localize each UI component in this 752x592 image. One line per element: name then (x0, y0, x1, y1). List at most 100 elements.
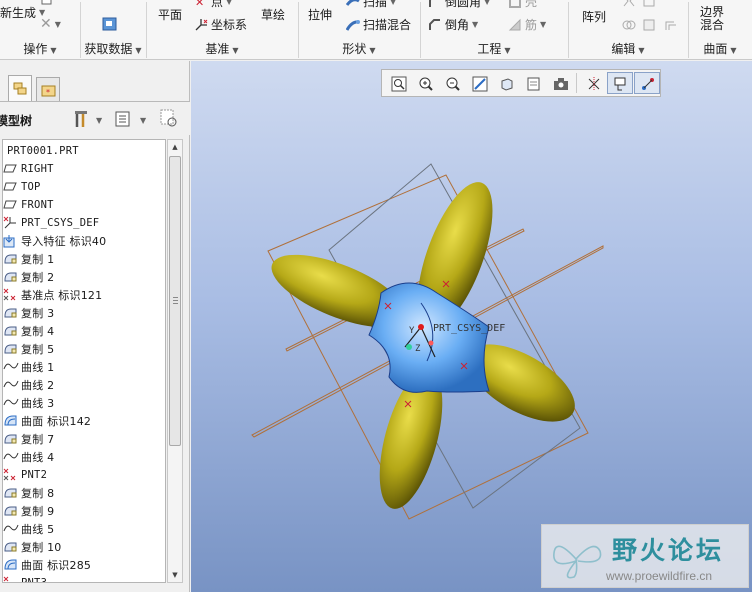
tree-item[interactable]: 曲线 4 (3, 448, 54, 466)
tree-item[interactable]: FRONT (3, 196, 54, 214)
tree-filter-icon[interactable] (160, 109, 177, 127)
tree-item-label: 复制 1 (21, 253, 55, 266)
group-label-shapes[interactable]: 形状 ▼ (298, 40, 420, 58)
merge-icon[interactable] (622, 18, 636, 32)
tree-item[interactable]: 曲线 5 (3, 520, 54, 538)
tree-scrollbar[interactable]: ▲ ▼ (167, 139, 183, 583)
group-label-datum[interactable]: 基准 ▼ (146, 40, 298, 58)
tree-item[interactable]: 曲线 2 (3, 376, 54, 394)
scroll-up-arrow-icon[interactable]: ▲ (168, 140, 182, 154)
curve-icon (3, 522, 19, 536)
rib-button[interactable]: 筋 ▼ (508, 16, 546, 33)
user-defined-feature-icon[interactable] (102, 0, 116, 8)
tree-item-label: RIGHT (21, 163, 54, 175)
tree-item[interactable]: PRT0001.PRT (3, 142, 79, 160)
tree-item[interactable]: 导入特征 标识40 (3, 232, 106, 250)
pattern-button[interactable]: 阵列 (582, 8, 606, 25)
chamfer-button[interactable]: 倒角 ▼ (428, 16, 478, 33)
copy-surface-icon (3, 252, 17, 266)
group-label-engineering[interactable]: 工程 ▼ (420, 40, 568, 58)
model-tree: PRT0001.PRT RIGHT TOP FRONT PRT_CSYS_DEF 导入特征… (2, 139, 166, 583)
round-button[interactable]: 倒圆角 ▼ (428, 0, 490, 10)
csys-icon (3, 216, 17, 230)
shell-label: 壳 (525, 0, 538, 9)
chevron-down-icon: ▼ (390, 0, 397, 6)
swept-blend-icon (345, 18, 360, 32)
regenerate-button[interactable]: 新生成 ▼ (0, 4, 45, 21)
tree-item[interactable]: 复制 8 (3, 484, 54, 502)
copy-icon[interactable] (40, 0, 54, 6)
scrollbar-thumb[interactable] (169, 156, 181, 446)
tree-item[interactable]: 复制 5 (3, 340, 54, 358)
tree-item-label: 复制 5 (21, 343, 55, 356)
copy-geometry-icon[interactable] (102, 16, 117, 31)
datum-plane-icon (3, 180, 17, 194)
point-button[interactable]: ✕ 点 ▼ (194, 0, 232, 10)
tree-item[interactable]: PNT3 (3, 574, 47, 582)
graphics-window[interactable]: Y Z PRT_CSYS_DEF 野火论坛 www.proewildfire.c… (191, 61, 752, 592)
tree-item[interactable]: 复制 10 (3, 538, 62, 556)
regenerate-label: 新生成 (0, 6, 37, 20)
delete-button[interactable]: ✕ ▼ (40, 16, 61, 32)
tab-model-tree[interactable] (8, 75, 32, 101)
sketch-button[interactable]: 草绘 (261, 6, 285, 23)
copy-surface-icon (3, 540, 17, 554)
swept-blend-button[interactable]: 扫描混合 (345, 16, 411, 33)
thumb-grip (173, 300, 178, 301)
sweep-button[interactable]: 扫描 ▼ (345, 0, 397, 10)
csys-button[interactable]: 坐标系 (194, 16, 247, 33)
tree-item-label: PRT_CSYS_DEF (21, 217, 100, 229)
show-columns-icon[interactable] (115, 111, 130, 127)
csys-axis-label: Z (415, 344, 421, 354)
tree-item[interactable]: 基准点 标识121 (3, 286, 102, 304)
extend-icon[interactable] (642, 18, 656, 32)
copy-surface-icon (3, 486, 17, 500)
tree-item[interactable]: TOP (3, 178, 41, 196)
scroll-down-arrow-icon[interactable]: ▼ (168, 568, 182, 582)
tree-item[interactable]: 曲线 3 (3, 394, 54, 412)
chevron-down-icon[interactable]: ▼ (140, 116, 146, 125)
tree-item[interactable]: 复制 3 (3, 304, 54, 322)
extrude-button[interactable]: 拉伸 (308, 6, 332, 23)
tree-item-label: 导入特征 标识40 (21, 235, 107, 248)
navigator-panel: * 模型树 ▼ ▼ PRT0001.PRT RIGHT TOP FRONT PRT_CS… (0, 61, 190, 592)
tree-item[interactable]: 复制 4 (3, 322, 54, 340)
boundary-blend-button[interactable]: 边界混合 (700, 6, 730, 32)
plane-button[interactable]: 平面 (158, 6, 182, 23)
offset-icon[interactable] (664, 18, 678, 32)
tree-item[interactable]: PNT2 (3, 466, 47, 484)
mirror-icon[interactable] (622, 0, 636, 8)
trim-icon[interactable] (642, 0, 656, 8)
tree-item[interactable]: RIGHT (3, 160, 54, 178)
datum-plane-icon (3, 198, 17, 212)
group-label-operations[interactable]: 操作 ▼ (0, 40, 80, 58)
tree-item[interactable]: 复制 2 (3, 268, 54, 286)
tree-item-label: 曲线 2 (21, 379, 55, 392)
tree-item[interactable]: 复制 9 (3, 502, 54, 520)
tree-item-label: TOP (21, 181, 41, 193)
group-label-edit[interactable]: 编辑 ▼ (568, 40, 688, 58)
shell-button[interactable]: 壳 (508, 0, 537, 10)
tree-item[interactable]: 曲面 标识285 (3, 556, 91, 574)
tree-item[interactable]: 复制 1 (3, 250, 54, 268)
tree-item-label: 曲面 标识142 (21, 415, 92, 428)
copy-surface-icon (3, 324, 17, 338)
chevron-down-icon[interactable]: ▼ (96, 116, 102, 125)
tree-item[interactable]: 曲面 标识142 (3, 412, 91, 430)
settings-tools-icon[interactable] (74, 110, 88, 127)
tree-item[interactable]: 复制 7 (3, 430, 54, 448)
round-label: 倒圆角 (445, 0, 482, 9)
core-surface[interactable] (368, 282, 490, 393)
tree-item-label: 曲线 3 (21, 397, 55, 410)
boundary-blend-label: 边界混合 (700, 5, 725, 32)
group-label-surfaces[interactable]: 曲面 ▼ (688, 40, 752, 58)
group-label-get-data[interactable]: 获取数据 ▼ (80, 40, 146, 58)
tab-folder-browser[interactable]: * (36, 77, 60, 101)
datum-point-icon (3, 288, 17, 302)
tree-item-label: 复制 9 (21, 505, 55, 518)
watermark: 野火论坛 www.proewildfire.cn (541, 524, 749, 588)
csys-label: 坐标系 (211, 18, 248, 32)
datum-point-icon (3, 468, 17, 482)
tree-item[interactable]: 曲线 1 (3, 358, 54, 376)
tree-item[interactable]: PRT_CSYS_DEF (3, 214, 99, 232)
